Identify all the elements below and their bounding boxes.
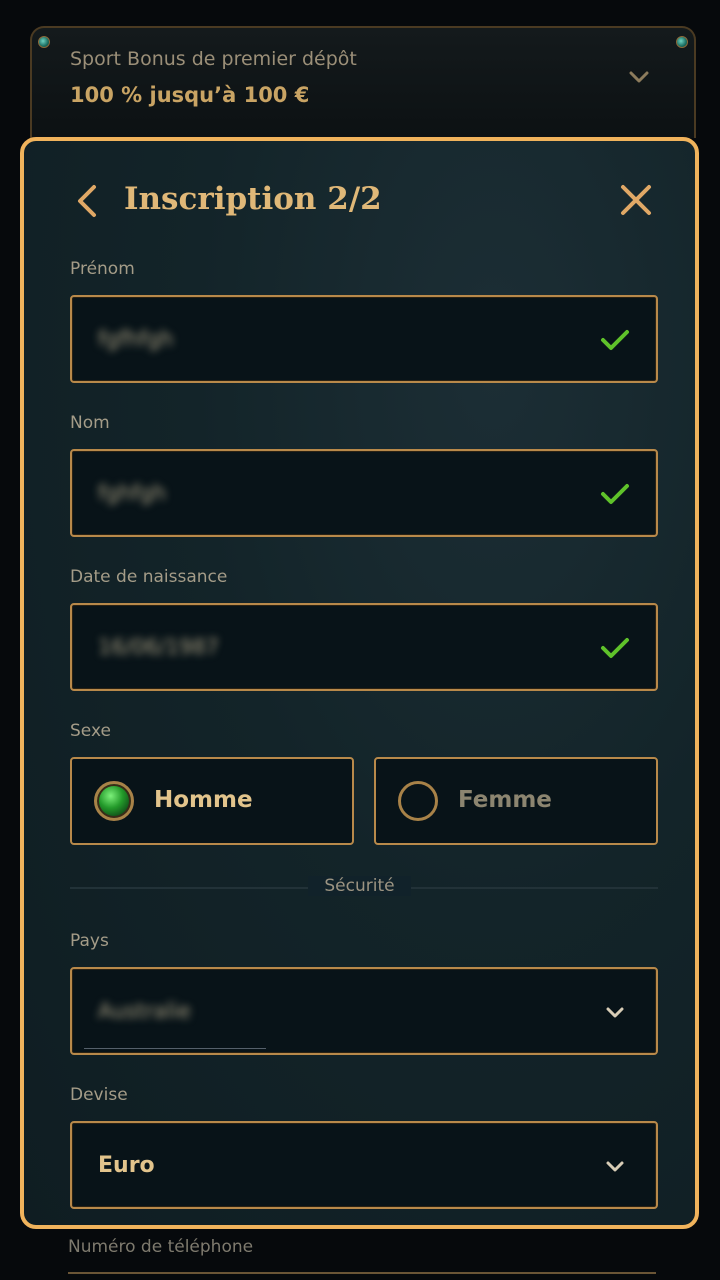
checkmark-icon <box>601 484 629 504</box>
devise-select[interactable]: Euro <box>70 1121 658 1209</box>
phone-label: Numéro de téléphone <box>68 1237 254 1257</box>
prenom-value: fgfhfgh <box>98 327 174 351</box>
devise-value: Euro <box>98 1153 155 1178</box>
close-icon[interactable] <box>619 183 653 217</box>
back-arrow-icon[interactable] <box>74 183 102 219</box>
bonus-banner[interactable]: Sport Bonus de premier dépôt 100 % jusqu… <box>30 26 696 138</box>
field-underline <box>84 1048 266 1049</box>
date-value: 16/06/1987 <box>98 635 220 659</box>
pays-select[interactable]: Australie <box>70 967 658 1055</box>
nom-field[interactable]: fghfgh <box>70 449 658 537</box>
checkmark-icon <box>601 330 629 350</box>
chevron-down-icon <box>606 1161 624 1172</box>
gem-ornament-icon <box>38 36 50 48</box>
devise-label: Devise <box>70 1085 128 1105</box>
registration-modal: Inscription 2/2 Prénom fgfhfgh Nom fghfg… <box>20 137 699 1229</box>
nom-value: fghfgh <box>98 481 167 505</box>
chevron-down-icon[interactable] <box>628 66 650 88</box>
checkmark-icon <box>601 638 629 658</box>
phone-field[interactable] <box>68 1272 656 1280</box>
chevron-down-icon <box>606 1007 624 1018</box>
radio-homme-label: Homme <box>154 787 253 813</box>
pays-value: Australie <box>98 999 191 1023</box>
pays-label: Pays <box>70 931 109 951</box>
radio-unselected-icon <box>398 781 438 821</box>
radio-homme[interactable]: Homme <box>70 757 354 845</box>
nom-label: Nom <box>70 413 110 433</box>
radio-femme[interactable]: Femme <box>374 757 658 845</box>
prenom-field[interactable]: fgfhfgh <box>70 295 658 383</box>
bonus-amount: 100 % jusqu’à 100 € <box>70 83 310 107</box>
bonus-title: Sport Bonus de premier dépôt <box>70 48 357 70</box>
radio-femme-label: Femme <box>458 787 552 813</box>
gem-ornament-icon <box>676 36 688 48</box>
radio-selected-icon <box>94 781 134 821</box>
sexe-label: Sexe <box>70 721 111 741</box>
prenom-label: Prénom <box>70 259 135 279</box>
modal-title: Inscription 2/2 <box>124 181 382 217</box>
date-label: Date de naissance <box>70 567 228 587</box>
date-field[interactable]: 16/06/1987 <box>70 603 658 691</box>
modal-header: Inscription 2/2 <box>24 141 695 251</box>
section-divider-label: Sécurité <box>308 876 411 896</box>
